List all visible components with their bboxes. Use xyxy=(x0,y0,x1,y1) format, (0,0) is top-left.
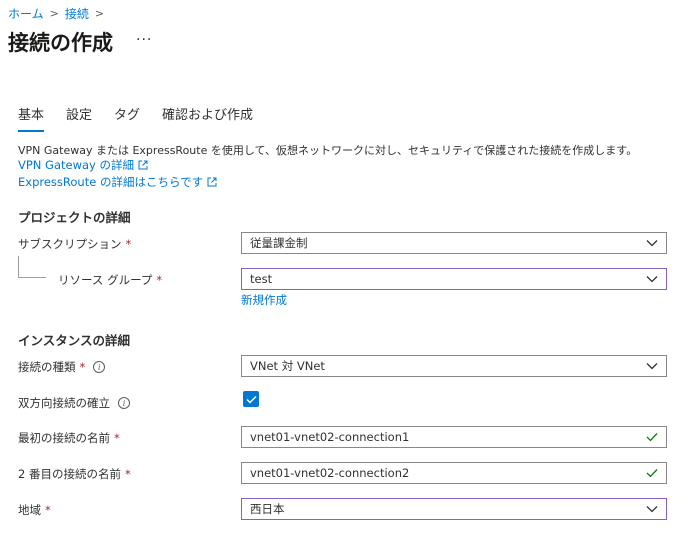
required-marker: * xyxy=(124,467,131,481)
second-connection-name-input[interactable]: vnet01-vnet02-connection2 xyxy=(241,462,667,484)
tab-bar: 基本 設定 タグ 確認および作成 xyxy=(18,104,275,132)
chevron-down-icon xyxy=(646,363,658,370)
resource-group-select[interactable]: test xyxy=(241,268,667,290)
more-options-button[interactable]: ··· xyxy=(136,32,152,48)
chevron-right-icon: > xyxy=(94,7,105,20)
resource-group-label-text: リソース グループ xyxy=(58,273,153,287)
second-connection-name-value: vnet01-vnet02-connection2 xyxy=(250,466,410,480)
bidirectional-label: 双方向接続の確立 i xyxy=(18,395,130,411)
required-marker: * xyxy=(156,273,163,287)
required-marker: * xyxy=(45,503,51,517)
page-title: 接続の作成 xyxy=(8,31,113,55)
vpn-gateway-learn-link[interactable]: VPN Gateway の詳細 xyxy=(18,157,148,173)
second-connection-name-label-text: 2 番目の接続の名前 xyxy=(18,467,121,481)
info-icon[interactable]: i xyxy=(93,361,106,373)
subscription-label: サブスクリプション * xyxy=(18,236,131,252)
valid-check-icon xyxy=(646,469,658,478)
resource-group-value: test xyxy=(250,272,273,286)
breadcrumb: ホーム > 接続 > xyxy=(8,5,110,22)
chevron-down-icon xyxy=(646,240,658,247)
external-link-icon xyxy=(207,177,217,187)
required-marker: * xyxy=(125,237,132,251)
region-value: 西日本 xyxy=(250,502,285,516)
subscription-select[interactable]: 従量課金制 xyxy=(241,232,667,254)
first-connection-name-label: 最初の接続の名前 * xyxy=(18,430,120,446)
connection-type-select[interactable]: VNet 対 VNet xyxy=(241,355,667,377)
subscription-label-text: サブスクリプション xyxy=(18,237,122,251)
bidirectional-checkbox[interactable] xyxy=(243,391,259,407)
required-marker: * xyxy=(79,360,86,374)
valid-check-icon xyxy=(646,433,658,442)
region-label-text: 地域 xyxy=(18,503,41,517)
description-text: VPN Gateway または ExpressRoute を使用して、仮想ネット… xyxy=(18,144,638,157)
region-label: 地域 * xyxy=(18,502,51,518)
connection-type-value: VNet 対 VNet xyxy=(250,359,325,373)
expressroute-link-label: ExpressRoute の詳細はこちらです xyxy=(18,175,204,189)
chevron-down-icon xyxy=(646,276,658,283)
tab-tags[interactable]: タグ xyxy=(114,104,140,131)
external-link-icon xyxy=(138,160,148,170)
tab-basics[interactable]: 基本 xyxy=(18,104,45,132)
breadcrumb-home[interactable]: ホーム xyxy=(8,5,44,22)
tree-connector xyxy=(18,256,19,278)
tree-connector xyxy=(18,277,46,278)
bidirectional-label-text: 双方向接続の確立 xyxy=(18,396,110,410)
chevron-right-icon: > xyxy=(49,7,59,20)
required-marker: * xyxy=(114,431,120,445)
breadcrumb-connections[interactable]: 接続 xyxy=(65,5,89,22)
second-connection-name-label: 2 番目の接続の名前 * xyxy=(18,466,131,482)
first-connection-name-input[interactable]: vnet01-vnet02-connection1 xyxy=(241,426,667,448)
subscription-value: 従量課金制 xyxy=(250,236,308,250)
region-select[interactable]: 西日本 xyxy=(241,498,667,520)
project-details-heading: プロジェクトの詳細 xyxy=(18,210,131,225)
first-connection-name-label-text: 最初の接続の名前 xyxy=(18,431,110,445)
vpn-gateway-link-label: VPN Gateway の詳細 xyxy=(18,158,135,172)
resource-group-label: リソース グループ * xyxy=(58,272,162,288)
chevron-down-icon xyxy=(646,506,658,513)
info-icon[interactable]: i xyxy=(118,397,130,409)
instance-details-heading: インスタンスの詳細 xyxy=(18,333,131,348)
checkmark-icon xyxy=(245,395,257,404)
expressroute-learn-link[interactable]: ExpressRoute の詳細はこちらです xyxy=(18,174,217,190)
tab-review-create[interactable]: 確認および作成 xyxy=(162,104,253,131)
connection-type-label-text: 接続の種類 xyxy=(18,360,76,374)
first-connection-name-value: vnet01-vnet02-connection1 xyxy=(250,430,410,444)
create-new-resource-group-link[interactable]: 新規作成 xyxy=(241,292,287,308)
tab-settings[interactable]: 設定 xyxy=(66,104,92,131)
connection-type-label: 接続の種類 * i xyxy=(18,359,106,375)
